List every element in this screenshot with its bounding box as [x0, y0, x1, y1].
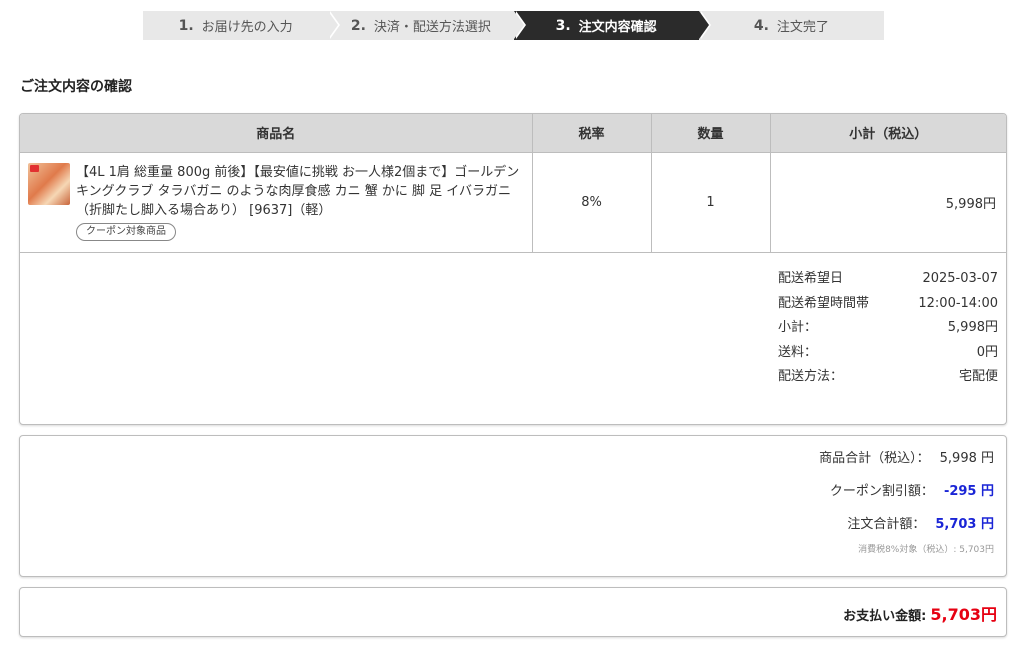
order-total-value: 5,703 円 [935, 517, 994, 532]
step-label: 決済・配送方法選択 [373, 20, 491, 35]
shipping-fee-row: 送料： 0円 [778, 341, 998, 366]
step-payment: 2. 決済・配送方法選択 [328, 11, 526, 40]
payment-amount-value: 5,703円 [930, 605, 997, 624]
order-total-row: 注文合計額： 5,703 円 [819, 512, 994, 545]
step-number: 3. [555, 17, 571, 34]
table-row: 【4L 1肩 総重量 800g 前後】【最安値に挑戦 お一人様2個まで】ゴールデ… [20, 152, 1006, 253]
quantity-cell: 1 [651, 152, 771, 253]
header-quantity: 数量 [651, 114, 771, 153]
product-cell: 【4L 1肩 総重量 800g 前後】【最安値に挑戦 お一人様2個まで】ゴールデ… [20, 152, 533, 253]
payment-amount-label: お支払い金額: [843, 609, 927, 624]
step-number: 1. [178, 17, 194, 34]
order-items-table: 商品名 税率 数量 小計（税込） 【4L 1肩 総重量 800g 前後】【最安値… [20, 114, 1006, 253]
shipping-method-row: 配送方法： 宅配便 [778, 365, 998, 390]
order-total-label: 注文合計額： [847, 517, 926, 532]
step-complete: 4. 注文完了 [698, 11, 884, 40]
goods-total-label: 商品合計（税込）： [819, 451, 930, 466]
tax-note: 消費税8%対象（税込）: 5,703円 [858, 545, 994, 555]
coupon-discount-label: クーポン割引額： [829, 484, 934, 499]
product-name[interactable]: 【4L 1肩 総重量 800g 前後】【最安値に挑戦 お一人様2個まで】ゴールデ… [76, 163, 524, 220]
shipping-method-value: 宅配便 [958, 369, 998, 384]
tax-rate-cell: 8% [532, 152, 652, 253]
subtotal-row: 小計： 5,998円 [778, 316, 998, 341]
shipping-date-row: 配送希望日 2025-03-07 [778, 267, 998, 292]
subtotal-value: 5,998円 [947, 320, 998, 335]
table-header-row: 商品名 税率 数量 小計（税込） [20, 114, 1006, 153]
coupon-eligible-badge: クーポン対象商品 [76, 223, 176, 241]
coupon-discount-row: クーポン割引額： -295 円 [819, 479, 994, 512]
shipping-info: 配送希望日 2025-03-07 配送希望時間帯 12:00-14:00 小計：… [778, 267, 998, 390]
shipping-time-value: 12:00-14:00 [918, 295, 998, 311]
step-number: 2. [350, 17, 366, 34]
payment-amount-panel: お支払い金額: 5,703円 [19, 587, 1007, 637]
shipping-fee-label: 送料： [778, 344, 818, 360]
page-title: ご注文内容の確認 [20, 79, 132, 95]
header-product-name: 商品名 [20, 114, 533, 153]
product-thumbnail[interactable] [28, 163, 70, 205]
order-totals-panel: 商品合計（税込）： 5,998 円 クーポン割引額： -295 円 注文合計額： 5,… [19, 435, 1007, 577]
shipping-date-label: 配送希望日 [778, 271, 844, 286]
shipping-method-label: 配送方法： [778, 369, 844, 384]
step-label: お届け先の入力 [201, 20, 293, 35]
step-label: 注文完了 [776, 20, 829, 35]
shipping-fee-value: 0円 [976, 344, 998, 360]
goods-total-row: 商品合計（税込）： 5,998 円 [819, 446, 994, 479]
header-subtotal: 小計（税込） [770, 114, 1006, 153]
header-tax-rate: 税率 [532, 114, 652, 153]
step-confirm: 3. 注文内容確認 [513, 11, 712, 40]
step-number: 4. [753, 17, 769, 34]
checkout-steps: 1. お届け先の入力 2. 決済・配送方法選択 3. 注文内容確認 4. 注文完… [143, 11, 884, 40]
step-label: 注文内容確認 [578, 20, 657, 35]
goods-total-value: 5,998 円 [939, 451, 994, 466]
step-address: 1. お届け先の入力 [143, 11, 341, 40]
shipping-time-row: 配送希望時間帯 12:00-14:00 [778, 292, 998, 317]
shipping-date-value: 2025-03-07 [922, 271, 998, 286]
coupon-discount-value: -295 円 [943, 484, 994, 499]
subtotal-label: 小計： [778, 320, 818, 335]
shipping-time-label: 配送希望時間帯 [778, 295, 870, 311]
order-items-panel: 商品名 税率 数量 小計（税込） 【4L 1肩 総重量 800g 前後】【最安値… [19, 113, 1007, 425]
subtotal-cell: 5,998円 [770, 152, 1006, 253]
